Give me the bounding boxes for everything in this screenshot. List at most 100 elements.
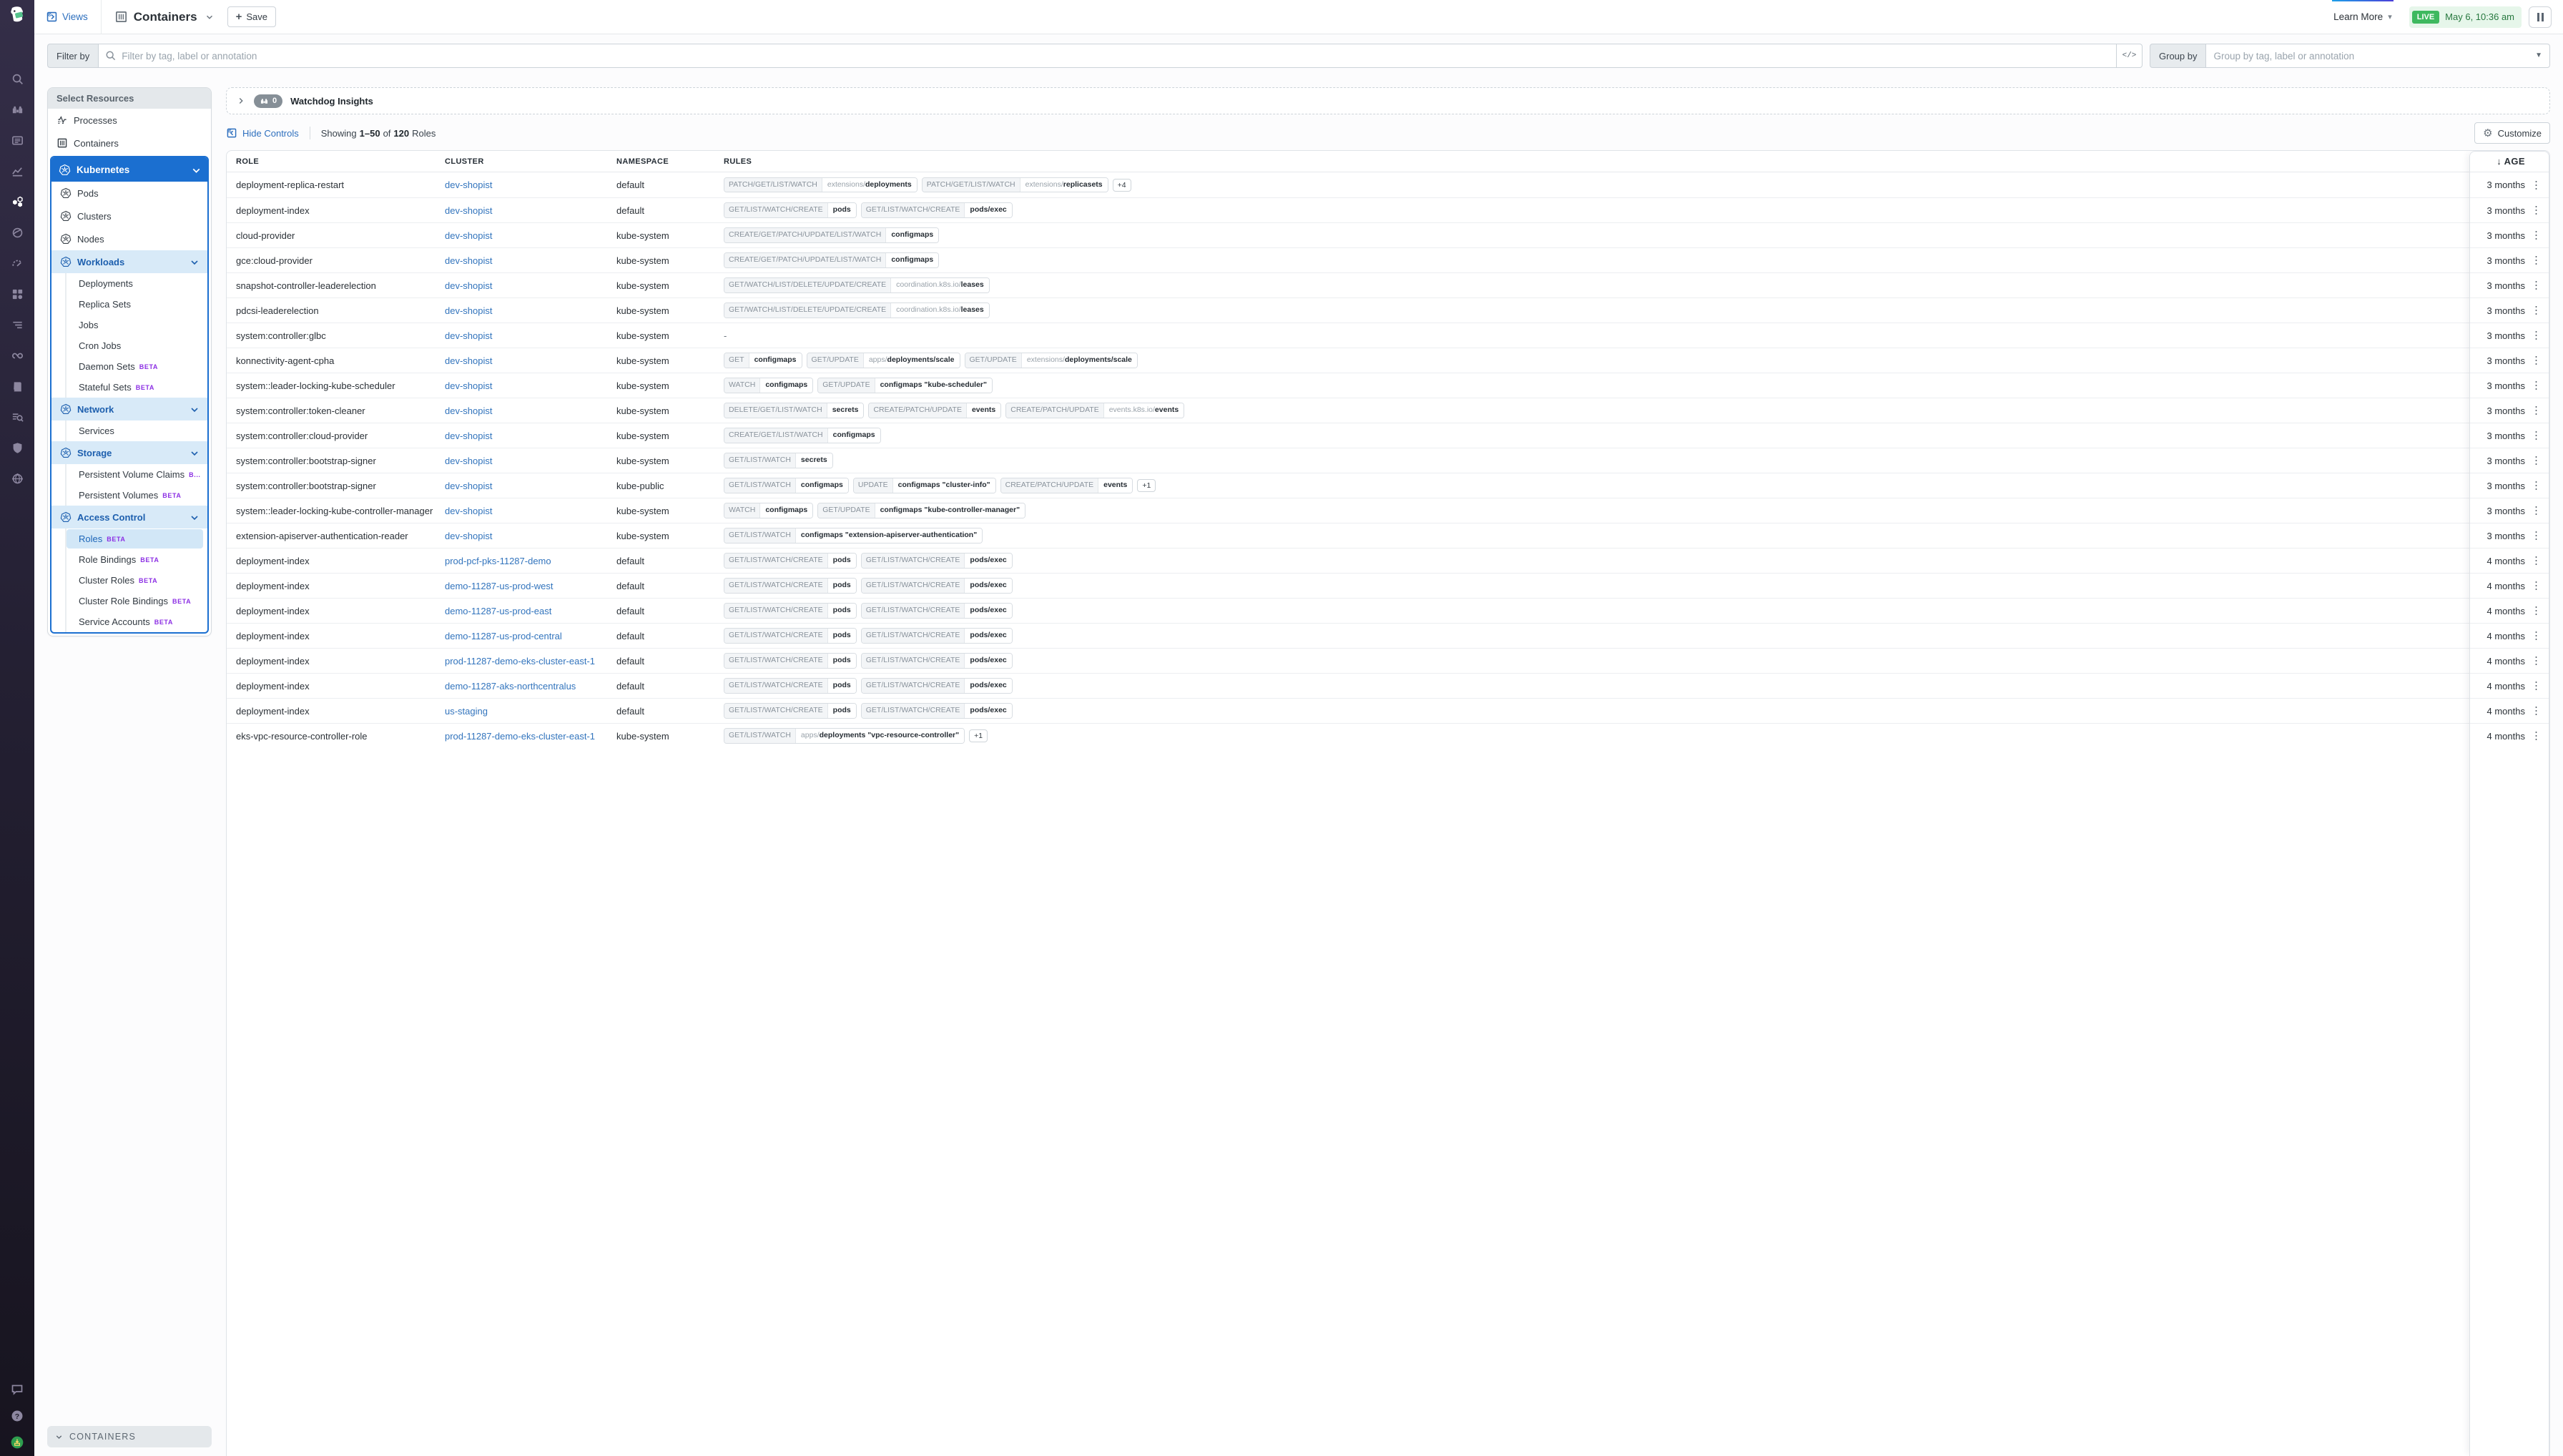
rail-metrics-button[interactable]: [6, 163, 28, 179]
table-row[interactable]: pdcsi-leaderelection dev-shopist kube-syst…: [227, 297, 2549, 323]
rail-monitors-button[interactable]: [6, 317, 28, 333]
row-menu-button[interactable]: ⋮: [2531, 380, 2542, 391]
column-header-rules[interactable]: RULES: [724, 157, 2469, 166]
cluster-link[interactable]: dev-shopist: [445, 531, 492, 541]
sidebar-item-persistent-volume-claims[interactable]: Persistent Volume Claims B...: [65, 464, 207, 485]
table-row[interactable]: konnectivity-agent-cpha dev-shopist kube-s…: [227, 348, 2549, 373]
row-menu-button[interactable]: ⋮: [2531, 506, 2542, 516]
table-row[interactable]: system:controller:glbc dev-shopist kube-sy…: [227, 323, 2549, 348]
table-row[interactable]: deployment-index us-staging default GET/LIS…: [227, 698, 2549, 723]
row-menu-button[interactable]: ⋮: [2531, 656, 2542, 666]
column-header-age[interactable]: ↓ AGE: [2469, 156, 2549, 167]
row-menu-button[interactable]: ⋮: [2531, 355, 2542, 366]
row-menu-button[interactable]: ⋮: [2531, 330, 2542, 341]
more-rules-chip[interactable]: +4: [1112, 178, 1131, 192]
cluster-link[interactable]: us-staging: [445, 706, 488, 717]
column-header-namespace[interactable]: NAMESPACE: [616, 157, 724, 166]
column-header-role[interactable]: ROLE: [227, 157, 445, 166]
customize-button[interactable]: ⚙ Customize: [2474, 122, 2550, 144]
table-row[interactable]: cloud-provider dev-shopist kube-system CREA…: [227, 222, 2549, 247]
table-row[interactable]: deployment-index demo-11287-us-prod-east d…: [227, 598, 2549, 623]
row-menu-button[interactable]: ⋮: [2531, 606, 2542, 616]
column-header-cluster[interactable]: CLUSTER: [445, 157, 616, 166]
cluster-link[interactable]: dev-shopist: [445, 456, 492, 466]
sidebar-item-cluster-roles[interactable]: Cluster Roles BETA: [65, 570, 207, 591]
sidebar-item-deployments[interactable]: Deployments: [65, 273, 207, 294]
cluster-link[interactable]: dev-shopist: [445, 205, 492, 216]
cluster-link[interactable]: prod-11287-demo-eks-cluster-east-1: [445, 731, 595, 742]
rail-pipelines-button[interactable]: [6, 348, 28, 363]
sidebar-item-clusters[interactable]: Clusters: [51, 205, 207, 227]
code-view-toggle[interactable]: </>: [2117, 44, 2143, 68]
hide-controls-button[interactable]: Hide Controls: [226, 127, 299, 139]
cluster-link[interactable]: prod-pcf-pks-11287-demo: [445, 556, 551, 566]
datadog-logo-icon[interactable]: [5, 4, 29, 29]
row-menu-button[interactable]: ⋮: [2531, 305, 2542, 316]
sidebar-item-containers[interactable]: Containers: [48, 132, 211, 154]
table-row[interactable]: system:controller:bootstrap-signer dev-sh…: [227, 473, 2549, 498]
sidebar-subsection-workloads[interactable]: Workloads: [51, 250, 207, 273]
sidebar-item-role-bindings[interactable]: Role Bindings BETA: [65, 549, 207, 570]
rail-help-button[interactable]: ?: [6, 1408, 28, 1424]
cluster-link[interactable]: dev-shopist: [445, 230, 492, 241]
row-menu-button[interactable]: ⋮: [2531, 556, 2542, 566]
cluster-link[interactable]: prod-11287-demo-eks-cluster-east-1: [445, 656, 595, 666]
cluster-link[interactable]: demo-11287-us-prod-west: [445, 581, 554, 591]
row-menu-button[interactable]: ⋮: [2531, 731, 2542, 742]
sidebar-item-stateful-sets[interactable]: Stateful Sets BETA: [65, 377, 207, 398]
sidebar-item-roles[interactable]: Roles BETA: [65, 528, 207, 549]
sidebar-item-service-accounts[interactable]: Service Accounts BETA: [65, 611, 207, 632]
sidebar-item-cron-jobs[interactable]: Cron Jobs: [65, 335, 207, 356]
rail-logs-button[interactable]: [6, 132, 28, 148]
cluster-link[interactable]: dev-shopist: [445, 431, 492, 441]
cluster-link[interactable]: dev-shopist: [445, 255, 492, 266]
sidebar-item-jobs[interactable]: Jobs: [65, 315, 207, 335]
pause-button[interactable]: [2529, 6, 2552, 28]
sidebar-item-pods[interactable]: Pods: [51, 182, 207, 205]
row-menu-button[interactable]: ⋮: [2531, 631, 2542, 641]
row-menu-button[interactable]: ⋮: [2531, 456, 2542, 466]
sidebar-subsection-network[interactable]: Network: [51, 398, 207, 420]
cluster-link[interactable]: demo-11287-aks-northcentralus: [445, 681, 576, 692]
rail-watchdog-button[interactable]: [6, 102, 28, 117]
views-button[interactable]: Views: [46, 11, 88, 23]
cluster-link[interactable]: demo-11287-us-prod-east: [445, 606, 551, 616]
table-row[interactable]: extension-apiserver-authentication-reade…: [227, 523, 2549, 548]
save-button[interactable]: + Save: [227, 6, 276, 27]
table-row[interactable]: system:controller:cloud-provider dev-shop…: [227, 423, 2549, 448]
table-row[interactable]: deployment-index dev-shopist default GET/LI…: [227, 197, 2549, 222]
table-row[interactable]: eks-vpc-resource-controller-role prod-112…: [227, 723, 2549, 748]
row-menu-button[interactable]: ⋮: [2531, 280, 2542, 291]
table-row[interactable]: system:controller:bootstrap-signer dev-sh…: [227, 448, 2549, 473]
cluster-link[interactable]: dev-shopist: [445, 330, 492, 341]
sidebar-item-processes[interactable]: Processes: [48, 109, 211, 132]
rail-security-button[interactable]: [6, 440, 28, 456]
row-menu-button[interactable]: ⋮: [2531, 405, 2542, 416]
rail-audit-button[interactable]: [6, 409, 28, 425]
table-row[interactable]: deployment-index demo-11287-us-prod-west d…: [227, 573, 2549, 598]
table-row[interactable]: system::leader-locking-kube-controller-m…: [227, 498, 2549, 523]
sidebar-item-cluster-role-bindings[interactable]: Cluster Role Bindings BETA: [65, 591, 207, 611]
table-row[interactable]: deployment-index prod-pcf-pks-11287-demo d…: [227, 548, 2549, 573]
cluster-link[interactable]: dev-shopist: [445, 380, 492, 391]
table-row[interactable]: deployment-index demo-11287-us-prod-centr…: [227, 623, 2549, 648]
sidebar-item-services[interactable]: Services: [65, 420, 207, 441]
rail-apm-button[interactable]: [6, 225, 28, 240]
cluster-link[interactable]: dev-shopist: [445, 305, 492, 316]
containers-section-toggle[interactable]: CONTAINERS: [47, 1426, 212, 1447]
cluster-link[interactable]: dev-shopist: [445, 405, 492, 416]
learn-more-dropdown[interactable]: Learn More ▾: [2332, 0, 2394, 25]
table-row[interactable]: deployment-index demo-11287-aks-northcent…: [227, 673, 2549, 698]
rail-notebooks-button[interactable]: [6, 378, 28, 394]
cluster-link[interactable]: dev-shopist: [445, 481, 492, 491]
rail-dashboards-button[interactable]: [6, 255, 28, 271]
filter-input[interactable]: [98, 44, 2117, 68]
cluster-link[interactable]: demo-11287-us-prod-central: [445, 631, 562, 641]
sidebar-item-persistent-volumes[interactable]: Persistent Volumes BETA: [65, 485, 207, 506]
watchdog-insights-bar[interactable]: 0 Watchdog Insights: [226, 87, 2550, 114]
cluster-link[interactable]: dev-shopist: [445, 280, 492, 291]
table-row[interactable]: deployment-index prod-11287-demo-eks-clus…: [227, 648, 2549, 673]
live-time-selector[interactable]: LIVE May 6, 10:36 am: [2409, 6, 2522, 28]
sidebar-item-nodes[interactable]: Nodes: [51, 227, 207, 250]
row-menu-button[interactable]: ⋮: [2531, 255, 2542, 266]
